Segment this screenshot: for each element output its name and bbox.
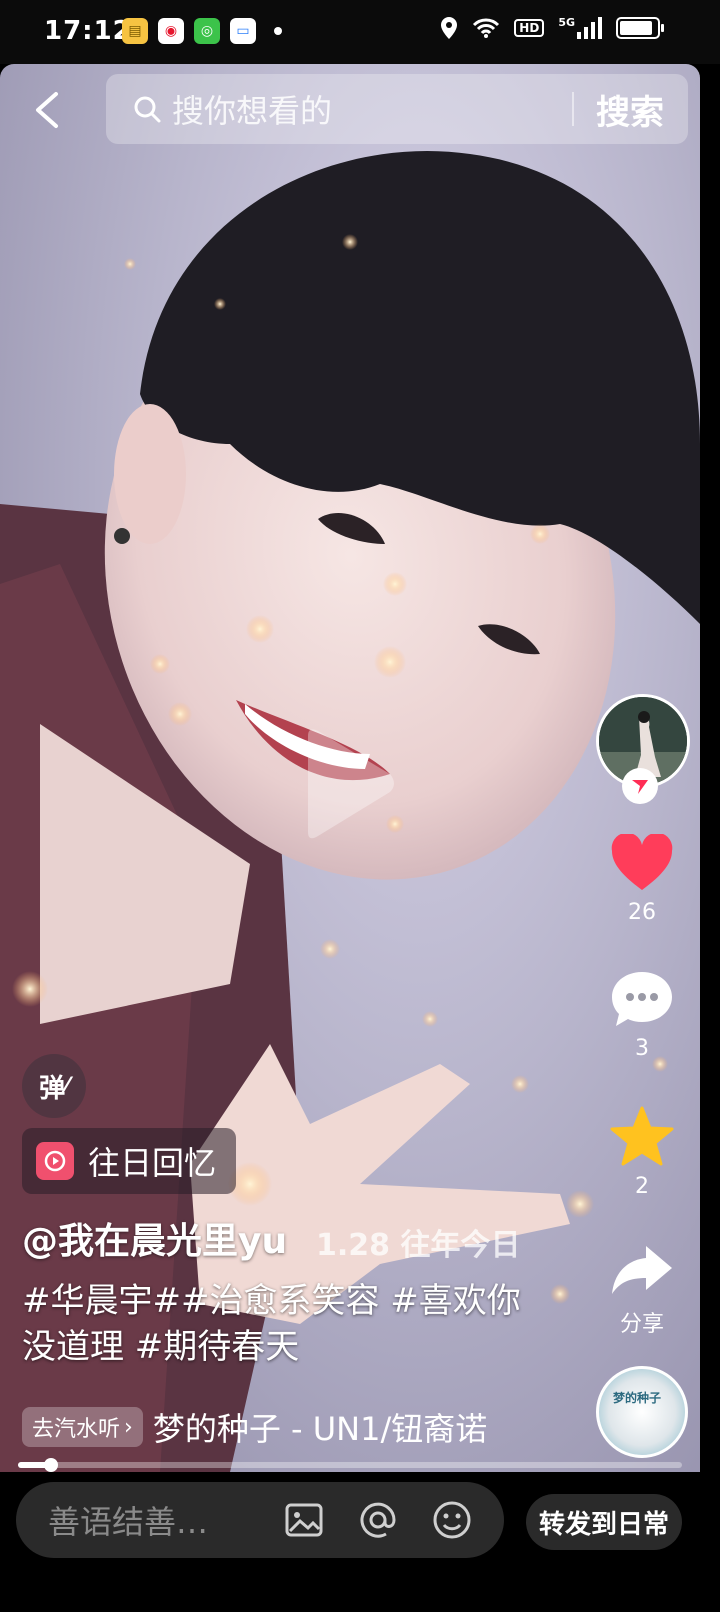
weibo-app-icon: ◉ xyxy=(158,18,184,44)
status-time: 17:12 xyxy=(44,16,132,46)
disc-label: 梦的种子 xyxy=(613,1391,662,1405)
network-type: 5G xyxy=(558,16,575,29)
music-disc[interactable]: 梦的种子 xyxy=(596,1366,688,1458)
memory-chip[interactable]: 往日回忆 xyxy=(22,1128,236,1194)
location-icon xyxy=(441,17,458,39)
comment-button[interactable]: 3 xyxy=(594,970,690,1061)
notification-icons: ▤ ◉ ◎ ▭ xyxy=(122,18,282,44)
wifi-icon xyxy=(473,18,500,38)
music-chip-label: 去汽水听 xyxy=(32,1417,121,1442)
comment-placeholder: 善语结善… xyxy=(48,1503,209,1541)
forward-to-daily-button[interactable]: 转发到日常 xyxy=(526,1494,682,1550)
status-indicators: HD 5G xyxy=(440,16,664,40)
battery-icon xyxy=(616,17,664,39)
comment-input[interactable]: 善语结善… xyxy=(16,1482,504,1558)
memory-replay-icon xyxy=(36,1142,74,1180)
video-progress-bar[interactable] xyxy=(18,1458,682,1472)
music-row[interactable]: 去汽水听 › 梦的种子 - UN1/钮裔诺 xyxy=(22,1404,487,1450)
play-icon[interactable] xyxy=(298,726,398,842)
like-button[interactable]: 26 xyxy=(594,832,690,925)
share-button[interactable]: 分享 xyxy=(594,1242,690,1338)
danmu-slash-icon: ⁄ xyxy=(65,1073,69,1099)
wallet-app-icon: ▭ xyxy=(230,18,256,44)
back-icon[interactable] xyxy=(28,90,68,130)
search-bar[interactable]: 搜你想看的 搜索 xyxy=(106,74,688,144)
status-bar: 17:12 ▤ ◉ ◎ ▭ HD 5G xyxy=(0,0,720,64)
more-notifications-dot xyxy=(274,27,282,35)
green-app-icon: ◎ xyxy=(194,18,220,44)
comment-icon xyxy=(612,972,672,1026)
action-sidebar: 26 3 2 分享 xyxy=(594,694,690,1337)
music-title[interactable]: 梦的种子 - UN1/钮裔诺 xyxy=(153,1404,487,1450)
memory-label: 往日回忆 xyxy=(88,1144,217,1182)
mention-icon[interactable] xyxy=(356,1498,400,1542)
share-label: 分享 xyxy=(619,1312,664,1337)
image-icon[interactable] xyxy=(282,1498,326,1542)
share-arrow-icon xyxy=(612,1246,672,1294)
hd-badge: HD xyxy=(514,19,545,37)
chevron-right-icon: › xyxy=(124,1414,133,1440)
author-name[interactable]: @我在晨光里yu xyxy=(22,1212,287,1264)
battery-level xyxy=(620,21,652,35)
video-player[interactable]: 搜你想看的 搜索 26 3 2 分享 弹 ⁄ 往日回忆 @我在晨光里yu 1.2… xyxy=(0,64,700,1472)
bottom-bar: 善语结善… 转发到日常 xyxy=(0,1472,720,1612)
favorite-count: 2 xyxy=(635,1174,649,1199)
search-input[interactable]: 搜你想看的 xyxy=(172,86,572,132)
search-button[interactable]: 搜索 xyxy=(574,85,688,134)
star-icon xyxy=(610,1106,674,1166)
notes-app-icon: ▤ xyxy=(122,18,148,44)
danmu-toggle-button[interactable]: 弹 ⁄ xyxy=(22,1054,86,1118)
like-count: 26 xyxy=(628,900,656,925)
search-icon xyxy=(134,96,161,123)
danmu-label: 弹 xyxy=(39,1073,66,1104)
comment-count: 3 xyxy=(635,1036,649,1061)
date-tag: 1.28 往年今日 xyxy=(316,1228,521,1263)
cellular-signal-icon: 5G xyxy=(558,17,602,39)
follow-button[interactable] xyxy=(622,768,658,804)
follow-arrow-icon xyxy=(632,780,648,794)
favorite-button[interactable]: 2 xyxy=(594,1106,690,1199)
listen-on-qishui-button[interactable]: 去汽水听 › xyxy=(22,1407,143,1447)
emoji-icon[interactable] xyxy=(430,1498,474,1542)
heart-icon xyxy=(611,832,673,890)
video-description[interactable]: #华晨宇##治愈系笑容 #喜欢你没道理 #期待春天 xyxy=(22,1278,542,1370)
top-bar: 搜你想看的 搜索 xyxy=(0,74,700,146)
